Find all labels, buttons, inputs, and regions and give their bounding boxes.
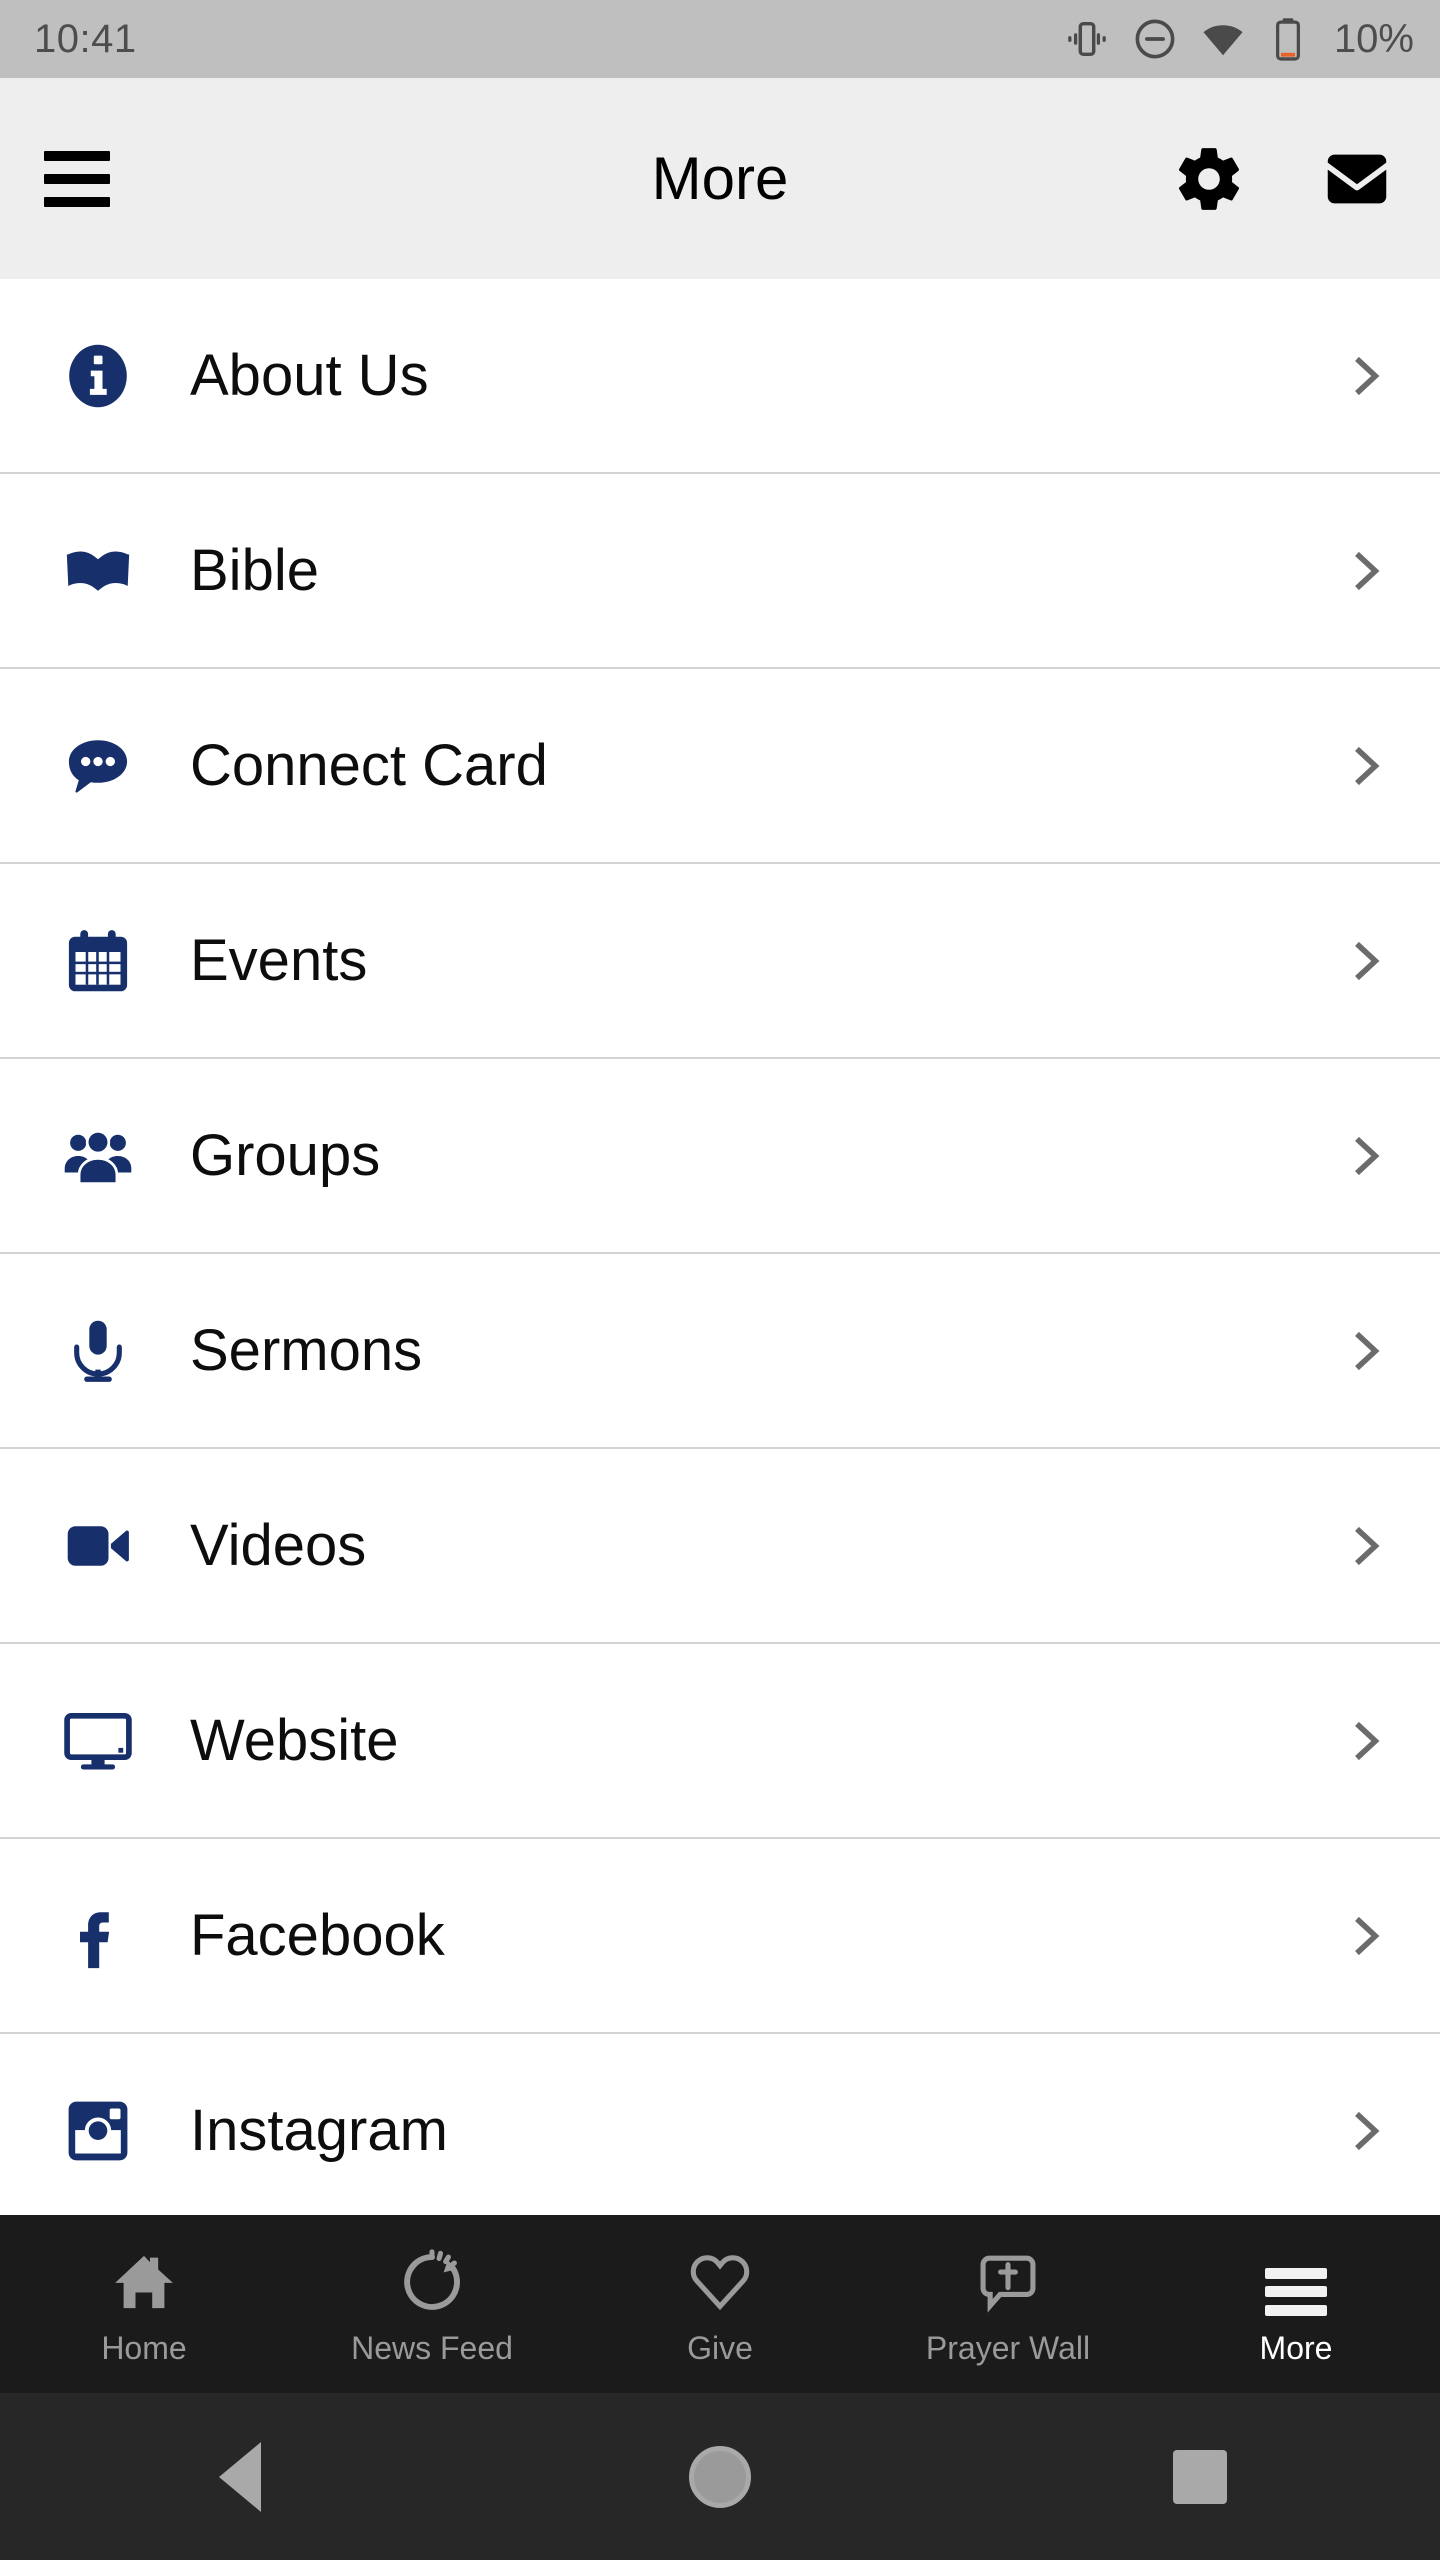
list-item-events[interactable]: Events bbox=[0, 864, 1440, 1059]
gear-icon bbox=[1172, 142, 1246, 216]
battery-percent-label: 10% bbox=[1333, 16, 1414, 61]
desktop-monitor-icon bbox=[56, 1705, 140, 1777]
triangle-back-icon bbox=[219, 2441, 261, 2512]
list-item-label: Connect Card bbox=[190, 733, 548, 798]
do-not-disturb-icon bbox=[1132, 16, 1178, 62]
chevron-right-icon bbox=[1338, 1128, 1394, 1184]
list-item-label: Facebook bbox=[190, 1903, 445, 1968]
list-item-label: Sermons bbox=[190, 1318, 423, 1383]
envelope-icon bbox=[1318, 140, 1396, 218]
home-button[interactable] bbox=[480, 2445, 960, 2508]
back-button[interactable] bbox=[0, 2441, 480, 2512]
more-menu-list: About Us Bible Connect Card Events Groups Ser… bbox=[0, 279, 1440, 2215]
tab-home[interactable]: Home bbox=[0, 2215, 288, 2393]
battery-icon bbox=[1268, 16, 1308, 62]
tab-give[interactable]: Give bbox=[576, 2215, 864, 2393]
list-item-facebook[interactable]: Facebook bbox=[0, 1839, 1440, 2034]
open-book-icon bbox=[56, 535, 140, 607]
chevron-right-icon bbox=[1338, 738, 1394, 794]
bottom-tab-bar: Home News Feed Give Prayer Wall More bbox=[0, 2215, 1440, 2393]
list-item-groups[interactable]: Groups bbox=[0, 1059, 1440, 1254]
people-group-icon bbox=[56, 1120, 140, 1192]
list-item-videos[interactable]: Videos bbox=[0, 1449, 1440, 1644]
app-header: More bbox=[0, 78, 1440, 279]
house-icon bbox=[110, 2242, 178, 2316]
info-circle-icon bbox=[56, 340, 140, 412]
chevron-right-icon bbox=[1338, 1323, 1394, 1379]
messages-button[interactable] bbox=[1318, 140, 1396, 218]
list-item-label: Events bbox=[190, 928, 368, 993]
header-actions bbox=[1172, 140, 1396, 218]
tab-label: News Feed bbox=[351, 2329, 513, 2366]
hamburger-menu-icon bbox=[1265, 2242, 1327, 2316]
status-bar-icons: 10% bbox=[1064, 16, 1414, 62]
refresh-spinner-icon bbox=[398, 2242, 466, 2316]
list-item-sermons[interactable]: Sermons bbox=[0, 1254, 1440, 1449]
hamburger-menu-icon bbox=[1265, 2267, 1327, 2316]
facebook-f-icon bbox=[56, 1900, 140, 1972]
list-item-about-us[interactable]: About Us bbox=[0, 279, 1440, 474]
status-bar-clock: 10:41 bbox=[34, 16, 137, 61]
recent-apps-button[interactable] bbox=[960, 2449, 1440, 2504]
tab-label: More bbox=[1259, 2329, 1333, 2366]
list-item-label: Videos bbox=[190, 1513, 367, 1578]
list-item-label: Website bbox=[190, 1708, 399, 1773]
hamburger-bar bbox=[44, 150, 110, 161]
speech-bubble-dots-icon bbox=[56, 730, 140, 802]
list-item-instagram[interactable]: Instagram bbox=[0, 2034, 1440, 2215]
square-recents-icon bbox=[1173, 2449, 1227, 2504]
hamburger-bar bbox=[44, 196, 110, 207]
list-item-label: Groups bbox=[190, 1123, 381, 1188]
hamburger-bar bbox=[44, 173, 110, 184]
status-bar: 10:41 10% bbox=[0, 0, 1440, 78]
tab-label: Home bbox=[101, 2329, 187, 2366]
list-item-connect-card[interactable]: Connect Card bbox=[0, 669, 1440, 864]
heart-outline-icon bbox=[686, 2242, 754, 2316]
video-camera-icon bbox=[56, 1510, 140, 1582]
wifi-icon bbox=[1200, 16, 1246, 62]
tab-news-feed[interactable]: News Feed bbox=[288, 2215, 576, 2393]
list-item-website[interactable]: Website bbox=[0, 1644, 1440, 1839]
vibrate-icon bbox=[1064, 16, 1110, 62]
list-item-label: About Us bbox=[190, 343, 429, 408]
android-navigation-bar bbox=[0, 2393, 1440, 2560]
hamburger-menu-icon[interactable] bbox=[44, 150, 110, 207]
chevron-right-icon bbox=[1338, 1713, 1394, 1769]
chevron-right-icon bbox=[1338, 1908, 1394, 1964]
circle-home-icon bbox=[689, 2445, 751, 2508]
chevron-right-icon bbox=[1338, 933, 1394, 989]
app-root: 10:41 10% More About Us Bible Connect Ca… bbox=[0, 0, 1440, 2560]
instagram-camera-icon bbox=[56, 2095, 140, 2167]
list-item-label: Instagram bbox=[190, 2098, 448, 2163]
calendar-icon bbox=[56, 925, 140, 997]
speech-bubble-cross-icon bbox=[974, 2242, 1042, 2316]
settings-button[interactable] bbox=[1172, 142, 1246, 216]
chevron-right-icon bbox=[1338, 543, 1394, 599]
tab-label: Give bbox=[687, 2329, 753, 2366]
chevron-right-icon bbox=[1338, 1518, 1394, 1574]
list-item-label: Bible bbox=[190, 538, 319, 603]
tab-more[interactable]: More bbox=[1152, 2215, 1440, 2393]
microphone-icon bbox=[56, 1315, 140, 1387]
tab-prayer-wall[interactable]: Prayer Wall bbox=[864, 2215, 1152, 2393]
list-item-bible[interactable]: Bible bbox=[0, 474, 1440, 669]
chevron-right-icon bbox=[1338, 2103, 1394, 2159]
tab-label: Prayer Wall bbox=[925, 2329, 1091, 2366]
chevron-right-icon bbox=[1338, 348, 1394, 404]
